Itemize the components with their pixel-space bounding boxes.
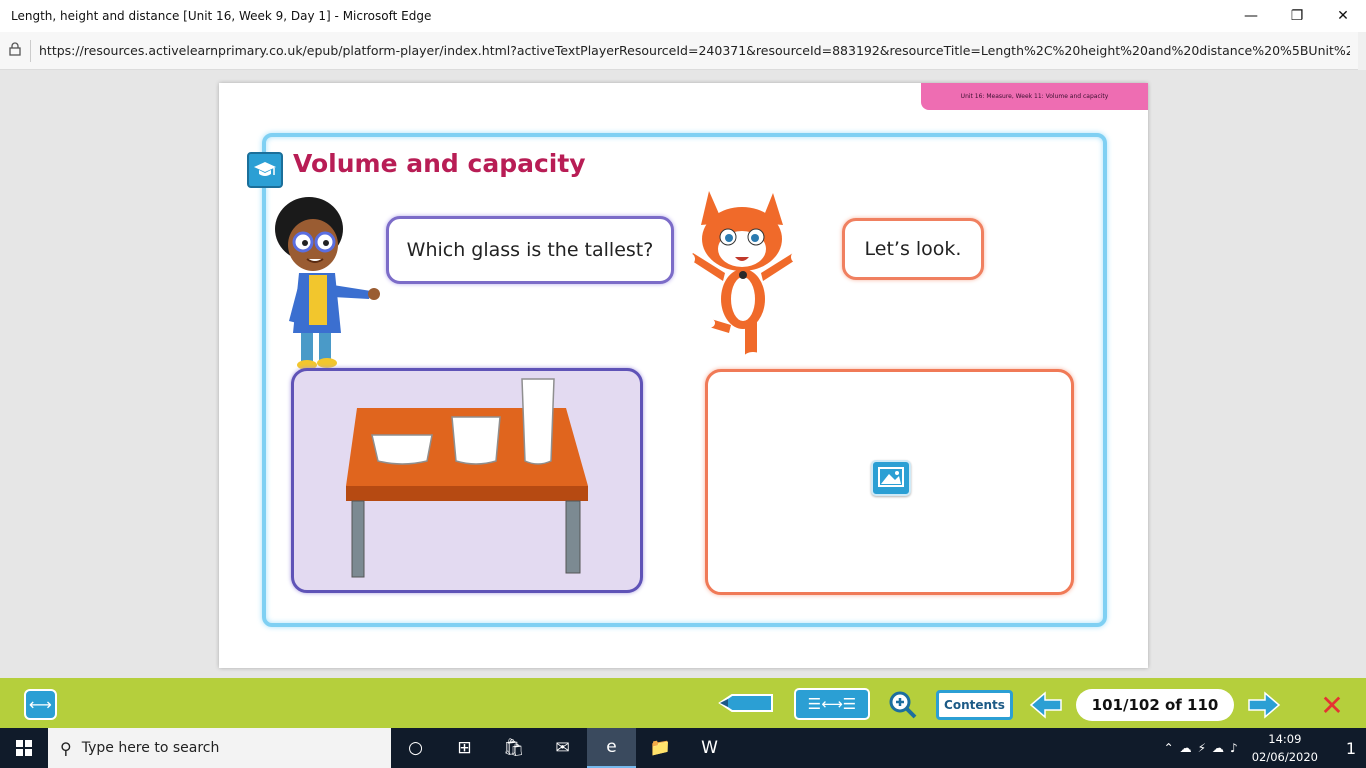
edge-icon[interactable]: e xyxy=(587,728,636,768)
table-with-glasses-illustration xyxy=(346,378,588,578)
ebook-page: Unit 16: Measure, Week 11: Volume and ca… xyxy=(219,83,1148,668)
notification-icon[interactable]: 1 xyxy=(1336,739,1366,758)
task-view-icon[interactable]: ⊞ xyxy=(440,728,489,768)
clock-time: 14:09 xyxy=(1268,732,1302,746)
browser-titlebar: Length, height and distance [Unit 16, We… xyxy=(0,0,1366,32)
store-icon[interactable]: 🛍 xyxy=(489,728,538,768)
next-page-arrow-icon[interactable] xyxy=(1246,690,1282,720)
close-book-icon[interactable]: ✕ xyxy=(1316,689,1348,722)
word-icon[interactable]: W xyxy=(685,728,734,768)
search-icon: ⚲ xyxy=(60,738,72,758)
page-title: Volume and capacity xyxy=(293,149,586,178)
minimize-button[interactable]: — xyxy=(1228,0,1274,32)
url-field[interactable]: https://resources.activelearnprimary.co.… xyxy=(30,39,1350,62)
file-explorer-icon[interactable]: 📁 xyxy=(636,728,685,768)
tray-icons[interactable]: ⌃☁⚡☁♪ xyxy=(1164,741,1244,755)
notification-count: 1 xyxy=(1345,738,1357,758)
speech-bubble-boy: Which glass is the tallest? xyxy=(386,216,674,284)
search-placeholder: Type here to search xyxy=(81,740,220,756)
previous-page-arrow-icon[interactable] xyxy=(1028,690,1064,720)
page-indicator: 101/102 of 110 xyxy=(1076,689,1234,721)
clock[interactable]: 14:09 02/06/2020 xyxy=(1252,730,1318,766)
clock-date: 02/06/2020 xyxy=(1251,750,1318,764)
unit-tab: Unit 16: Measure, Week 11: Volume and ca… xyxy=(921,83,1148,110)
boy-character-illustration xyxy=(275,197,380,370)
ebook-viewer: Unit 16: Measure, Week 11: Volume and ca… xyxy=(0,70,1366,678)
contents-button[interactable]: Contents xyxy=(936,690,1013,720)
windows-taskbar: ⚲ Type here to search ○ ⊞ 🛍 ✉ e 📁 W ⌃☁⚡☁… xyxy=(0,728,1366,768)
window-title: Length, height and distance [Unit 16, We… xyxy=(11,9,432,23)
pen-tool-icon[interactable] xyxy=(718,692,774,714)
graduation-cap-icon[interactable] xyxy=(247,152,283,188)
table-glasses-panel xyxy=(291,368,643,593)
close-window-button[interactable]: ✕ xyxy=(1320,0,1366,32)
cat-character-illustration xyxy=(683,191,803,362)
address-bar: https://resources.activelearnprimary.co.… xyxy=(0,32,1366,70)
page-spread-icon[interactable]: ☰⟷☰ xyxy=(794,688,870,720)
restore-button[interactable]: ❐ xyxy=(1274,0,1320,32)
zoom-in-icon[interactable] xyxy=(886,688,920,722)
expand-icon[interactable]: ⟷ xyxy=(24,689,57,720)
ebook-toolbar: ⟷ ☰⟷☰ Contents 101/102 of 110 ✕ xyxy=(0,678,1366,728)
system-tray: ⌃☁⚡☁♪ 14:09 02/06/2020 1 xyxy=(1164,728,1366,768)
mail-icon[interactable]: ✉ xyxy=(538,728,587,768)
scrollbar[interactable] xyxy=(1358,32,1366,70)
lock-icon xyxy=(0,41,30,60)
speech-bubble-cat: Let’s look. xyxy=(842,218,984,280)
windows-start-icon[interactable] xyxy=(0,728,48,768)
image-icon[interactable] xyxy=(871,460,911,496)
taskbar-search-box[interactable]: ⚲ Type here to search xyxy=(48,728,391,768)
cortana-icon[interactable]: ○ xyxy=(391,728,440,768)
